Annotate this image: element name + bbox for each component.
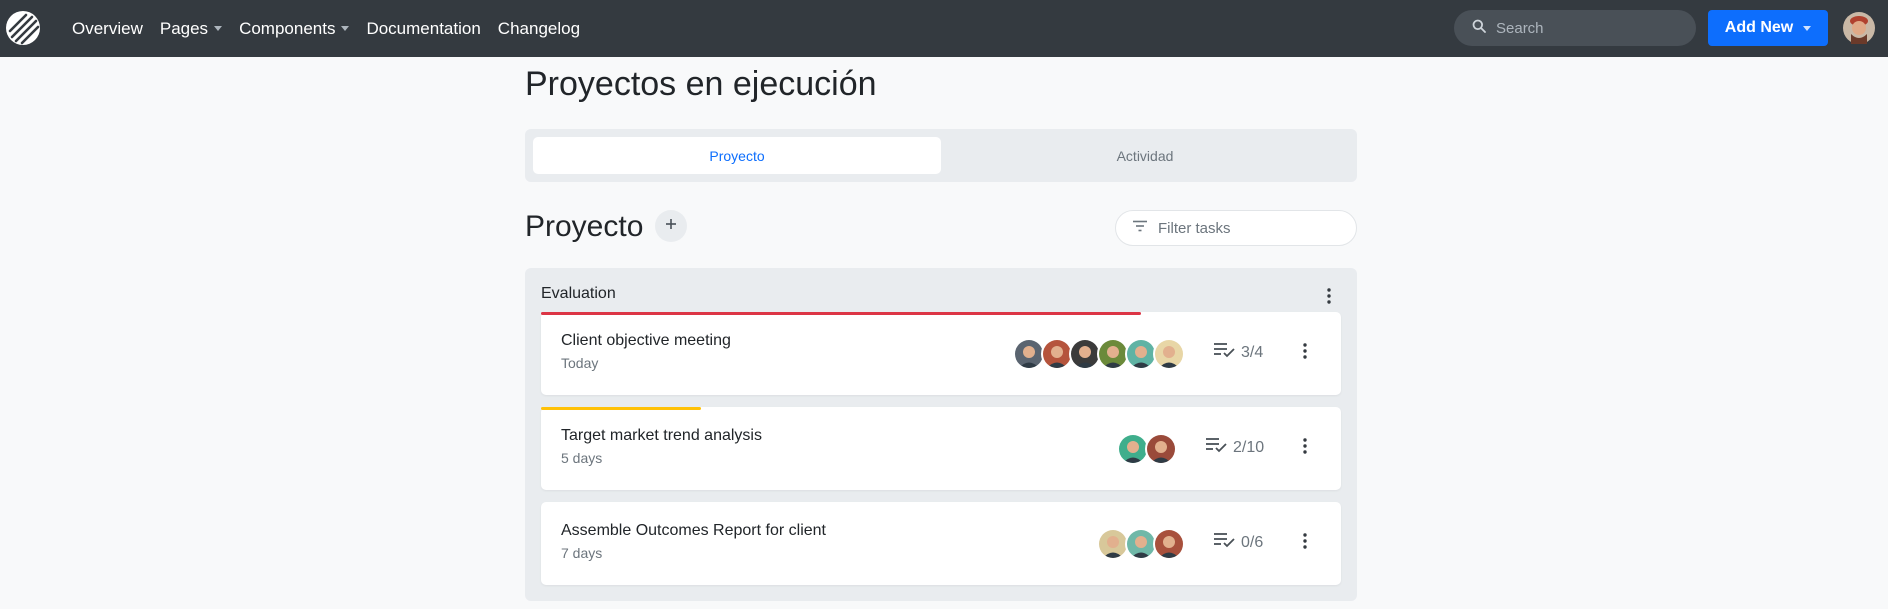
task-count: 3/4 [1213,342,1263,363]
nav-pages[interactable]: Pages [160,19,223,39]
task-count: 0/6 [1213,532,1263,553]
task-more-button[interactable] [1293,436,1317,460]
add-new-button[interactable]: Add New [1708,10,1828,46]
task-due: Today [561,355,599,371]
tab-actividad[interactable]: Actividad [941,137,1349,174]
assignee-avatar[interactable] [1145,433,1177,465]
task-more-button[interactable] [1293,341,1317,365]
section-header: Proyecto [525,206,1357,250]
task-title[interactable]: Assemble Outcomes Report for client [561,522,826,540]
assignee-avatar[interactable] [1153,338,1185,370]
filter-input[interactable] [1158,219,1348,237]
view-tabs: Proyecto Actividad [525,129,1357,182]
brand-logo-icon[interactable] [4,9,42,47]
top-navbar: Overview Pages Components Documentation … [0,0,1888,57]
task-progress-bar [541,407,701,410]
page-title: Proyectos en ejecución [525,65,877,103]
plus-icon [665,217,677,235]
search-icon [1472,19,1486,38]
filter-box[interactable] [1115,210,1357,246]
assignee-avatars [1097,528,1185,560]
task-more-button[interactable] [1293,531,1317,555]
checklist-icon [1205,437,1233,458]
board-column: Evaluation Client objective meeting Today… [525,268,1357,601]
board-more-button[interactable] [1317,286,1341,310]
main-content: Proyectos en ejecución Proyecto Activida… [525,57,1357,601]
task-count: 2/10 [1205,437,1264,458]
caret-down-icon [341,26,350,31]
nav-documentation[interactable]: Documentation [366,19,480,39]
task-count-label: 2/10 [1233,438,1265,456]
caret-down-icon [1803,25,1812,31]
nav-components[interactable]: Components [239,19,350,39]
task-progress-bar [541,312,1141,315]
search-input[interactable] [1496,19,1676,37]
caret-down-icon [214,26,223,31]
task-title[interactable]: Client objective meeting [561,332,731,350]
task-title[interactable]: Target market trend analysis [561,427,762,445]
board-header: Evaluation [541,282,1341,312]
more-vertical-icon [1303,437,1307,459]
main-nav: Overview Pages Components Documentation … [72,0,597,57]
more-vertical-icon [1327,287,1331,309]
task-due: 7 days [561,545,603,561]
checklist-icon [1213,532,1241,553]
more-vertical-icon [1303,342,1307,364]
assignee-avatar[interactable] [1153,528,1185,560]
add-project-button[interactable] [655,210,687,242]
task-card[interactable]: Client objective meeting Today 3/4 [541,312,1341,395]
assignee-avatars [1117,433,1177,465]
task-count-label: 3/4 [1241,343,1264,361]
more-vertical-icon [1303,532,1307,554]
task-card[interactable]: Assemble Outcomes Report for client 7 day… [541,502,1341,585]
assignee-avatars [1013,338,1185,370]
task-count-label: 0/6 [1241,533,1264,551]
tab-proyecto[interactable]: Proyecto [533,137,941,174]
board-title: Evaluation [541,285,616,302]
task-card[interactable]: Target market trend analysis 5 days 2/10 [541,407,1341,490]
section-title: Proyecto [525,210,644,243]
user-avatar[interactable] [1843,12,1875,44]
filter-icon [1132,219,1148,237]
nav-overview[interactable]: Overview [72,19,143,39]
nav-changelog[interactable]: Changelog [498,19,580,39]
checklist-icon [1213,342,1241,363]
search-box[interactable] [1454,10,1696,46]
task-due: 5 days [561,450,603,466]
